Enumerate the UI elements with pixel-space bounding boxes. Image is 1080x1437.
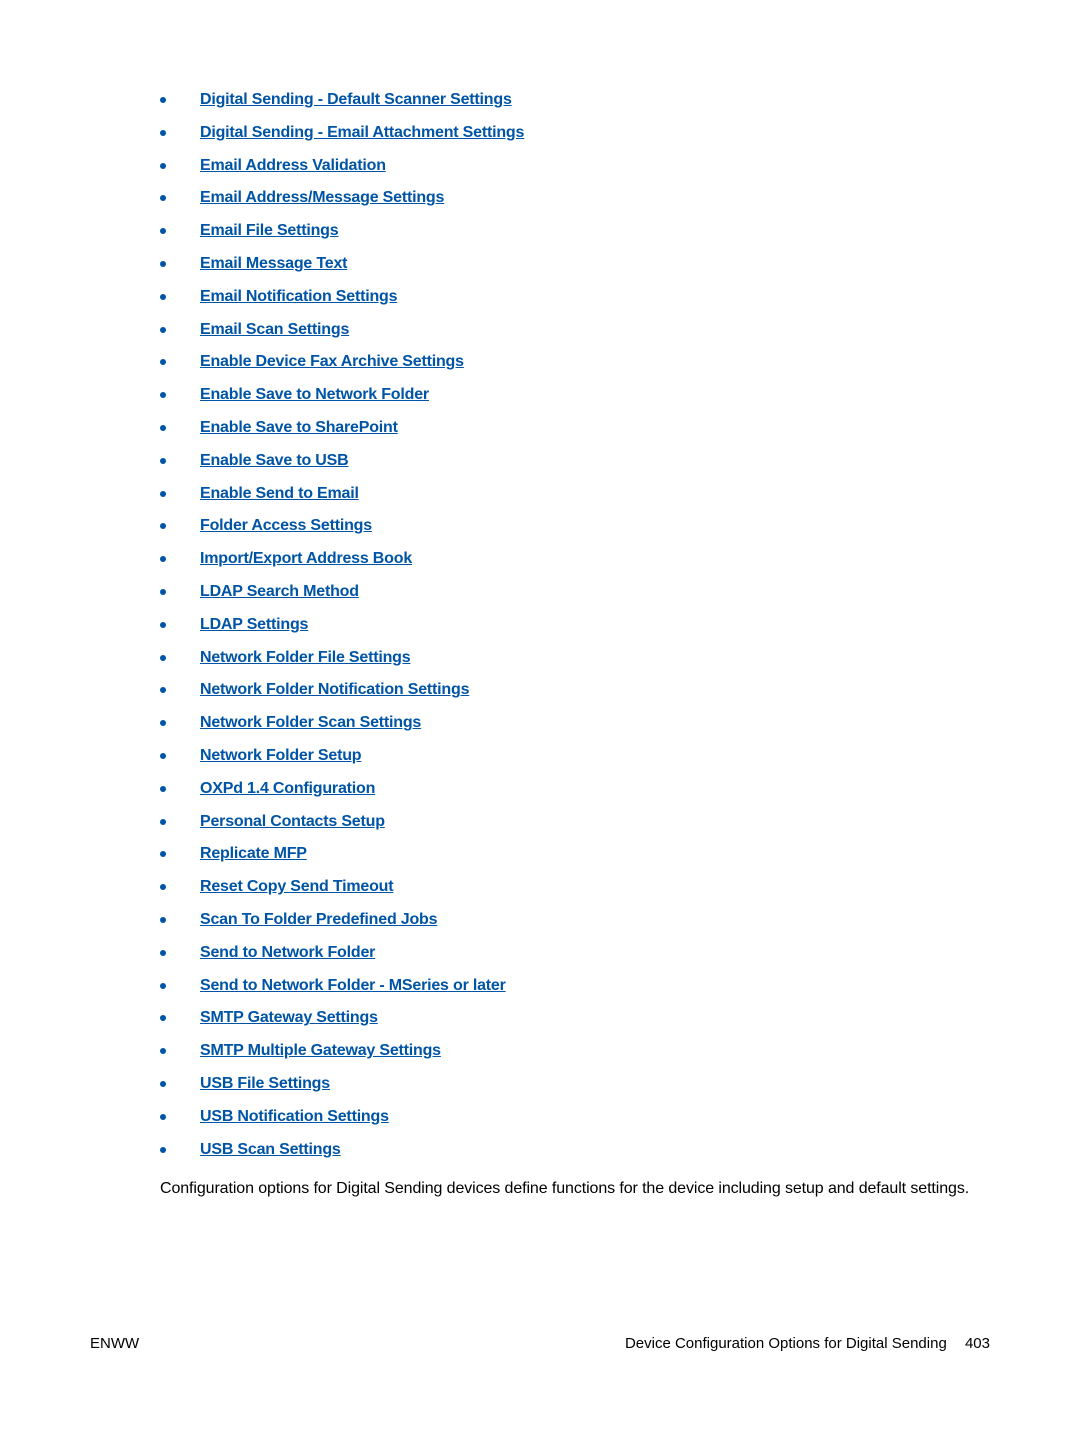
- config-link[interactable]: Email Address/Message Settings: [200, 189, 444, 206]
- config-link[interactable]: Send to Network Folder: [200, 944, 375, 961]
- list-item: Network Folder Setup: [160, 746, 990, 767]
- list-item: Folder Access Settings: [160, 516, 990, 537]
- list-item: Email Scan Settings: [160, 320, 990, 341]
- list-item: OXPd 1.4 Configuration: [160, 779, 990, 800]
- config-link[interactable]: Email Message Text: [200, 255, 347, 272]
- list-item: LDAP Search Method: [160, 582, 990, 603]
- list-item: SMTP Gateway Settings: [160, 1008, 990, 1029]
- config-link[interactable]: Email Notification Settings: [200, 288, 397, 305]
- config-link[interactable]: Email Address Validation: [200, 157, 386, 174]
- footer-right: Device Configuration Options for Digital…: [625, 1335, 990, 1352]
- list-item: USB Notification Settings: [160, 1107, 990, 1128]
- config-link[interactable]: Enable Save to SharePoint: [200, 419, 398, 436]
- config-link[interactable]: Send to Network Folder - MSeries or late…: [200, 977, 506, 994]
- list-item: Digital Sending - Email Attachment Setti…: [160, 123, 990, 144]
- list-item: Email Notification Settings: [160, 287, 990, 308]
- config-link[interactable]: LDAP Settings: [200, 616, 308, 633]
- config-link[interactable]: Enable Send to Email: [200, 485, 359, 502]
- list-item: SMTP Multiple Gateway Settings: [160, 1041, 990, 1062]
- list-item: Scan To Folder Predefined Jobs: [160, 910, 990, 931]
- link-list: Digital Sending - Default Scanner Settin…: [90, 90, 990, 1160]
- list-item: Enable Save to USB: [160, 451, 990, 472]
- config-link[interactable]: Enable Save to USB: [200, 452, 348, 469]
- config-link[interactable]: Replicate MFP: [200, 845, 307, 862]
- config-link[interactable]: Digital Sending - Email Attachment Setti…: [200, 124, 524, 141]
- list-item: Email File Settings: [160, 221, 990, 242]
- config-link[interactable]: Import/Export Address Book: [200, 550, 412, 567]
- footer-section-title: Device Configuration Options for Digital…: [625, 1335, 947, 1352]
- list-item: Network Folder Scan Settings: [160, 713, 990, 734]
- list-item: USB Scan Settings: [160, 1140, 990, 1161]
- list-item: Email Address Validation: [160, 156, 990, 177]
- config-link[interactable]: Folder Access Settings: [200, 517, 372, 534]
- list-item: Enable Send to Email: [160, 484, 990, 505]
- config-link[interactable]: Email File Settings: [200, 222, 338, 239]
- config-link[interactable]: Digital Sending - Default Scanner Settin…: [200, 91, 512, 108]
- page-footer: ENWW Device Configuration Options for Di…: [90, 1335, 990, 1352]
- list-item: Enable Device Fax Archive Settings: [160, 352, 990, 373]
- list-item: Replicate MFP: [160, 844, 990, 865]
- list-item: Reset Copy Send Timeout: [160, 877, 990, 898]
- config-link[interactable]: Network Folder Setup: [200, 747, 361, 764]
- config-link[interactable]: SMTP Multiple Gateway Settings: [200, 1042, 441, 1059]
- config-link[interactable]: OXPd 1.4 Configuration: [200, 780, 375, 797]
- config-link[interactable]: Network Folder Scan Settings: [200, 714, 421, 731]
- list-item: Enable Save to SharePoint: [160, 418, 990, 439]
- config-link[interactable]: USB Notification Settings: [200, 1108, 389, 1125]
- config-link[interactable]: Scan To Folder Predefined Jobs: [200, 911, 437, 928]
- list-item: USB File Settings: [160, 1074, 990, 1095]
- list-item: Import/Export Address Book: [160, 549, 990, 570]
- list-item: Email Address/Message Settings: [160, 188, 990, 209]
- config-link[interactable]: Network Folder File Settings: [200, 649, 410, 666]
- config-link[interactable]: Reset Copy Send Timeout: [200, 878, 393, 895]
- footer-page-number: 403: [965, 1335, 990, 1352]
- list-item: Send to Network Folder - MSeries or late…: [160, 976, 990, 997]
- list-item: Email Message Text: [160, 254, 990, 275]
- config-link[interactable]: Email Scan Settings: [200, 321, 349, 338]
- list-item: Send to Network Folder: [160, 943, 990, 964]
- config-link[interactable]: USB File Settings: [200, 1075, 330, 1092]
- config-link[interactable]: Enable Device Fax Archive Settings: [200, 353, 464, 370]
- config-link[interactable]: Personal Contacts Setup: [200, 813, 385, 830]
- config-link[interactable]: SMTP Gateway Settings: [200, 1009, 378, 1026]
- config-link[interactable]: Network Folder Notification Settings: [200, 681, 469, 698]
- footer-left: ENWW: [90, 1335, 139, 1352]
- list-item: Digital Sending - Default Scanner Settin…: [160, 90, 990, 111]
- list-item: Network Folder Notification Settings: [160, 680, 990, 701]
- document-page: Digital Sending - Default Scanner Settin…: [0, 0, 1080, 1437]
- list-item: Network Folder File Settings: [160, 648, 990, 669]
- config-link[interactable]: LDAP Search Method: [200, 583, 359, 600]
- config-link[interactable]: USB Scan Settings: [200, 1141, 341, 1158]
- description-paragraph: Configuration options for Digital Sendin…: [160, 1178, 990, 1200]
- list-item: Enable Save to Network Folder: [160, 385, 990, 406]
- list-item: LDAP Settings: [160, 615, 990, 636]
- list-item: Personal Contacts Setup: [160, 812, 990, 833]
- config-link[interactable]: Enable Save to Network Folder: [200, 386, 429, 403]
